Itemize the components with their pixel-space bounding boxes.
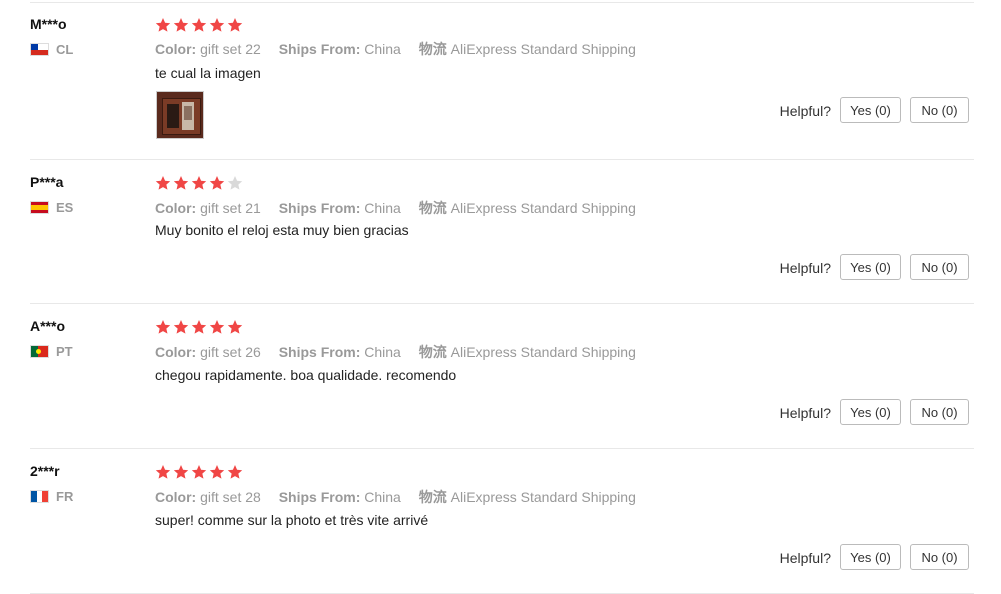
logistics-value: AliExpress Standard Shipping <box>450 344 636 360</box>
logistics-label: 物流 <box>418 200 447 216</box>
helpful-no-button[interactable]: No (0) <box>910 544 969 570</box>
ships-from-value: China <box>364 200 401 216</box>
star-rating <box>155 319 243 335</box>
reviewer-country: ES <box>30 200 73 215</box>
star-filled-icon <box>227 465 243 479</box>
country-code: ES <box>56 200 74 215</box>
flag-fr-icon <box>30 490 49 503</box>
star-filled-icon <box>227 320 243 334</box>
ships-from-value: China <box>364 489 401 505</box>
star-filled-icon <box>173 465 189 479</box>
divider <box>30 2 974 3</box>
color-value: gift set 21 <box>200 200 261 216</box>
helpful-label: Helpful? <box>779 405 831 421</box>
color-label: Color: <box>155 41 197 57</box>
helpful-label: Helpful? <box>779 550 831 566</box>
helpful-no-button[interactable]: No (0) <box>910 254 969 280</box>
star-filled-icon <box>173 18 189 32</box>
color-label: Color: <box>155 200 197 216</box>
helpful-no-button[interactable]: No (0) <box>910 399 969 425</box>
color-label: Color: <box>155 489 197 505</box>
logistics-value: AliExpress Standard Shipping <box>450 200 636 216</box>
star-filled-icon <box>155 18 171 32</box>
star-rating <box>155 464 243 480</box>
review-list: M***o CL Color: gift set 22 Ships From: … <box>0 0 1001 594</box>
star-filled-icon <box>209 176 225 190</box>
star-filled-icon <box>191 176 207 190</box>
ships-from-label: Ships From: <box>278 41 361 57</box>
logistics-label: 物流 <box>418 41 447 57</box>
ships-from-value: China <box>364 41 401 57</box>
divider <box>30 448 974 449</box>
reviewer-country: FR <box>30 489 73 504</box>
star-empty-icon <box>227 176 243 190</box>
logistics-value: AliExpress Standard Shipping <box>450 489 636 505</box>
ships-from-label: Ships From: <box>278 200 361 216</box>
color-label: Color: <box>155 344 197 360</box>
review-text: super! comme sur la photo et très vite a… <box>155 512 429 528</box>
review-photo-thumbnail[interactable] <box>156 91 204 139</box>
helpful-label: Helpful? <box>779 260 831 276</box>
ships-from-label: Ships From: <box>278 344 361 360</box>
ships-from-label: Ships From: <box>278 489 361 505</box>
logistics-label: 物流 <box>418 489 447 505</box>
flag-pt-icon <box>30 345 49 358</box>
star-filled-icon <box>209 18 225 32</box>
star-filled-icon <box>191 320 207 334</box>
helpful-yes-button[interactable]: Yes (0) <box>840 97 901 123</box>
country-code: PT <box>56 344 73 359</box>
star-filled-icon <box>209 320 225 334</box>
helpful-yes-button[interactable]: Yes (0) <box>840 399 901 425</box>
star-filled-icon <box>155 320 171 334</box>
star-rating <box>155 17 243 33</box>
reviewer-name: 2***r <box>30 463 60 479</box>
reviewer-name: A***o <box>30 318 66 334</box>
star-filled-icon <box>227 18 243 32</box>
helpful-no-button[interactable]: No (0) <box>910 97 969 123</box>
helpful-yes-button[interactable]: Yes (0) <box>840 254 901 280</box>
helpful-yes-button[interactable]: Yes (0) <box>840 544 901 570</box>
reviewer-country: PT <box>30 344 73 359</box>
star-filled-icon <box>155 176 171 190</box>
flag-es-icon <box>30 201 49 214</box>
review-sku-info: Color: gift set 22 Ships From: China 物流 … <box>155 39 636 59</box>
logistics-value: AliExpress Standard Shipping <box>450 41 636 57</box>
review-text: chegou rapidamente. boa qualidade. recom… <box>155 367 457 383</box>
star-filled-icon <box>173 176 189 190</box>
divider <box>30 159 974 160</box>
review-text: Muy bonito el reloj esta muy bien gracia… <box>155 222 409 238</box>
review-sku-info: Color: gift set 28 Ships From: China 物流 … <box>155 487 636 507</box>
reviewer-country: CL <box>30 42 73 57</box>
flag-cl-icon <box>30 43 49 56</box>
divider <box>30 303 974 304</box>
star-filled-icon <box>209 465 225 479</box>
star-filled-icon <box>173 320 189 334</box>
star-filled-icon <box>191 465 207 479</box>
country-code: FR <box>56 489 74 504</box>
helpful-label: Helpful? <box>779 103 831 119</box>
star-filled-icon <box>191 18 207 32</box>
review-sku-info: Color: gift set 21 Ships From: China 物流 … <box>155 198 636 218</box>
color-value: gift set 26 <box>200 344 261 360</box>
review-text: te cual la imagen <box>155 65 261 81</box>
color-value: gift set 22 <box>200 41 261 57</box>
star-filled-icon <box>155 465 171 479</box>
logistics-label: 物流 <box>418 344 447 360</box>
color-value: gift set 28 <box>200 489 261 505</box>
star-rating <box>155 175 243 191</box>
ships-from-value: China <box>364 344 401 360</box>
reviewer-name: P***a <box>30 174 64 190</box>
country-code: CL <box>56 42 74 57</box>
reviewer-name: M***o <box>30 16 67 32</box>
review-sku-info: Color: gift set 26 Ships From: China 物流 … <box>155 342 636 362</box>
